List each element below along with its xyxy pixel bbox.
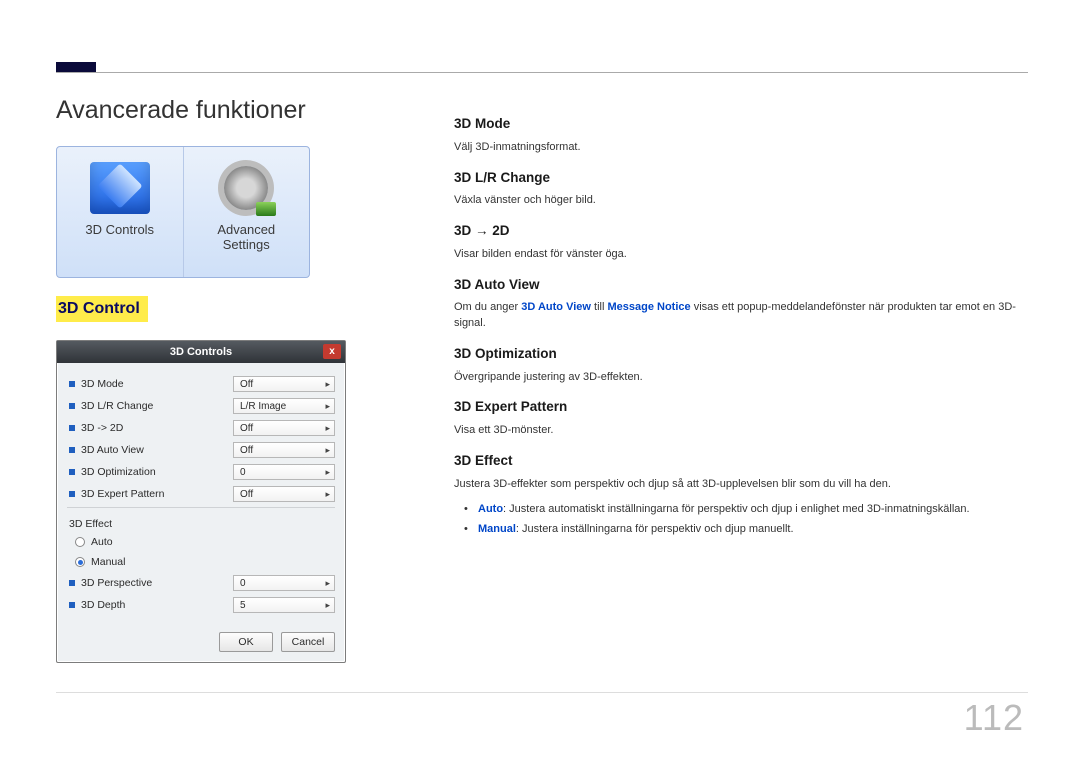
row-value[interactable]: Off bbox=[233, 376, 335, 392]
desc-3d-lr-change: Växla vänster och höger bild. bbox=[454, 193, 1034, 209]
row-value[interactable]: 5 bbox=[233, 597, 335, 613]
feature-tiles: 3D Controls Advanced Settings bbox=[56, 146, 310, 278]
ok-button[interactable]: OK bbox=[219, 632, 273, 652]
tile-3d-controls[interactable]: 3D Controls bbox=[57, 147, 184, 277]
gear-icon bbox=[210, 157, 282, 219]
row-3d-perspective: 3D Perspective0 bbox=[67, 572, 335, 594]
radio-icon[interactable] bbox=[75, 537, 85, 547]
text-fragment: till bbox=[594, 301, 607, 313]
tile-advanced-settings[interactable]: Advanced Settings bbox=[184, 147, 310, 277]
desc-3d-auto-view: Om du anger 3D Auto View till Message No… bbox=[454, 300, 1034, 332]
row-3d-mode: 3D ModeOff bbox=[67, 373, 335, 395]
row-3d-auto-view: 3D Auto ViewOff bbox=[67, 439, 335, 461]
page-title: Avancerade funktioner bbox=[56, 96, 306, 125]
footer-rule bbox=[56, 692, 1028, 693]
row-3d-expert-pattern: 3D Expert PatternOff bbox=[67, 483, 335, 505]
header-accent bbox=[56, 62, 96, 72]
radio-icon[interactable] bbox=[75, 557, 85, 567]
heading-3d-lr-change: 3D L/R Change bbox=[454, 168, 1034, 188]
inline-term-manual: Manual bbox=[478, 523, 516, 535]
row-label: 3D L/R Change bbox=[81, 400, 233, 412]
text-fragment: : Justera automatiskt inställningarna fö… bbox=[503, 503, 970, 515]
desc-3d-expert-pattern: Visa ett 3D-mönster. bbox=[454, 423, 1034, 439]
row-3d-to-2d: 3D -> 2DOff bbox=[67, 417, 335, 439]
row-value[interactable]: Off bbox=[233, 442, 335, 458]
text-fragment: Om du anger bbox=[454, 301, 521, 313]
tile-adv-line2: Settings bbox=[223, 237, 270, 252]
row-value[interactable]: Off bbox=[233, 420, 335, 436]
heading-3d-expert-pattern: 3D Expert Pattern bbox=[454, 397, 1034, 417]
page-number: 112 bbox=[964, 697, 1024, 739]
row-3d-optimization: 3D Optimization0 bbox=[67, 461, 335, 483]
tile-advanced-settings-label: Advanced Settings bbox=[217, 223, 275, 253]
cancel-button[interactable]: Cancel bbox=[281, 632, 335, 652]
row-label: 3D Auto View bbox=[81, 444, 233, 456]
right-column: 3D Mode Välj 3D-inmatningsformat. 3D L/R… bbox=[454, 102, 1034, 542]
tile-adv-line1: Advanced bbox=[217, 222, 275, 237]
tile-3d-controls-label: 3D Controls bbox=[85, 223, 154, 238]
group-label-3d-effect: 3D Effect bbox=[69, 518, 335, 530]
desc-3d-effect: Justera 3D-effekter som perspektiv och d… bbox=[454, 477, 1034, 493]
inline-term-3d-auto-view: 3D Auto View bbox=[521, 301, 591, 313]
heading-3d-to-2d: 3D → 2D bbox=[454, 221, 1034, 241]
row-label: 3D -> 2D bbox=[81, 422, 233, 434]
radio-manual-label: Manual bbox=[91, 556, 125, 568]
row-label: 3D Depth bbox=[81, 599, 233, 611]
section-heading-3d-control: 3D Control bbox=[56, 296, 148, 322]
row-3d-lr-change: 3D L/R ChangeL/R Image bbox=[67, 395, 335, 417]
desc-3d-optimization: Övergripande justering av 3D-effekten. bbox=[454, 370, 1034, 386]
row-label: 3D Mode bbox=[81, 378, 233, 390]
list-item: Manual: Justera inställningarna för pers… bbox=[478, 522, 1034, 538]
inline-term-message-notice: Message Notice bbox=[607, 301, 690, 313]
left-column: 3D Controls Advanced Settings 3D Control… bbox=[56, 146, 346, 663]
row-value[interactable]: L/R Image bbox=[233, 398, 335, 414]
radio-auto-row[interactable]: Auto bbox=[67, 532, 335, 552]
row-value[interactable]: 0 bbox=[233, 575, 335, 591]
close-icon[interactable]: x bbox=[323, 344, 341, 359]
row-label: 3D Expert Pattern bbox=[81, 488, 233, 500]
list-item: Auto: Justera automatiskt inställningarn… bbox=[478, 502, 1034, 518]
heading-3d-auto-view: 3D Auto View bbox=[454, 275, 1034, 295]
row-label: 3D Perspective bbox=[81, 577, 233, 589]
heading-3d-optimization: 3D Optimization bbox=[454, 344, 1034, 364]
dialog-buttons: OK Cancel bbox=[57, 624, 345, 662]
inline-term-auto: Auto bbox=[478, 503, 503, 515]
radio-auto-label: Auto bbox=[91, 536, 113, 548]
dialog-title: 3D Controls bbox=[170, 346, 232, 358]
bullet-list-3d-effect: Auto: Justera automatiskt inställningarn… bbox=[454, 502, 1034, 538]
desc-3d-to-2d: Visar bilden endast för vänster öga. bbox=[454, 247, 1034, 263]
heading-3d-effect: 3D Effect bbox=[454, 451, 1034, 471]
dialog-body: 3D ModeOff 3D L/R ChangeL/R Image 3D -> … bbox=[57, 363, 345, 624]
dialog-3d-controls: 3D Controls x 3D ModeOff 3D L/R ChangeL/… bbox=[56, 340, 346, 663]
heading-3d-mode: 3D Mode bbox=[454, 114, 1034, 134]
dialog-titlebar: 3D Controls x bbox=[57, 341, 345, 363]
cube-icon bbox=[84, 157, 156, 219]
row-label: 3D Optimization bbox=[81, 466, 233, 478]
header-rule bbox=[56, 72, 1028, 73]
row-value[interactable]: Off bbox=[233, 486, 335, 502]
text-fragment: : Justera inställningarna för perspektiv… bbox=[516, 523, 794, 535]
radio-manual-row[interactable]: Manual bbox=[67, 552, 335, 572]
group-3d-effect: 3D Effect Auto Manual 3D Perspective0 3D… bbox=[67, 507, 335, 616]
row-value[interactable]: 0 bbox=[233, 464, 335, 480]
desc-3d-mode: Välj 3D-inmatningsformat. bbox=[454, 140, 1034, 156]
row-3d-depth: 3D Depth5 bbox=[67, 594, 335, 616]
